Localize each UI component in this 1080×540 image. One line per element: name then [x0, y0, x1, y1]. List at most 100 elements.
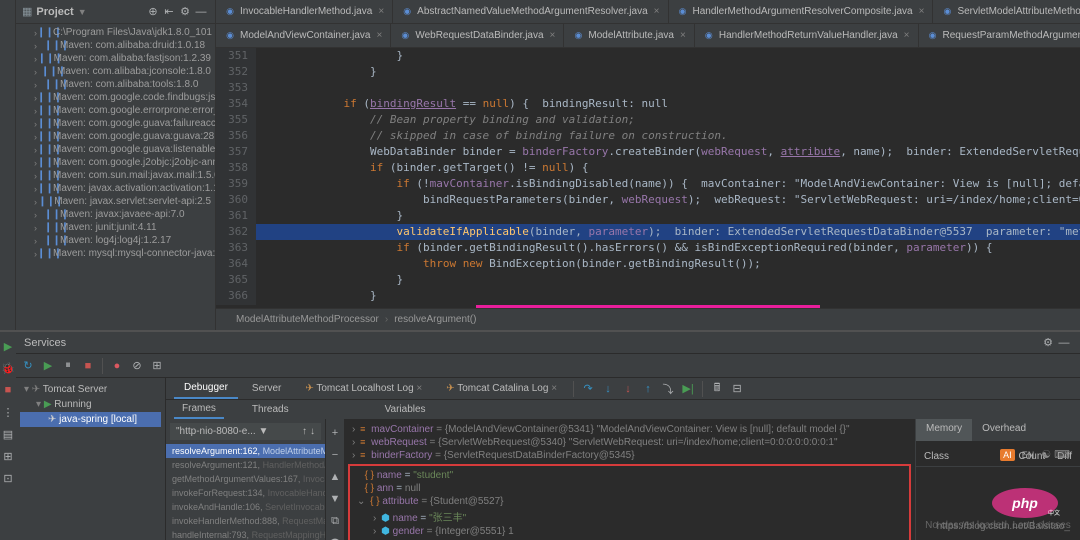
- tree-item[interactable]: ›❙❙❙Maven: com.google.code.findbugs:jsr3…: [16, 91, 215, 104]
- tab-memory[interactable]: Memory: [916, 419, 972, 441]
- gutter-left: [0, 0, 16, 330]
- dropdown-icon[interactable]: ▼: [78, 7, 87, 17]
- tree-item[interactable]: ›❙❙❙C:\Program Files\Java\jdk1.8.0_101: [16, 26, 215, 39]
- editor-tab[interactable]: ◉AbstractNamedValueMethodArgumentResolve…: [393, 0, 668, 23]
- breadcrumb-method[interactable]: resolveArgument(): [394, 314, 476, 325]
- tree-item[interactable]: ›❙❙❙Maven: javax:javaee-api:7.0: [16, 208, 215, 221]
- tree-item[interactable]: ›❙❙❙Maven: com.alibaba:jconsole:1.8.0: [16, 65, 215, 78]
- settings-icon[interactable]: ⚙: [177, 4, 193, 20]
- tree-item[interactable]: ›❙❙❙Maven: com.alibaba:druid:1.0.18: [16, 39, 215, 52]
- mute-bp-icon[interactable]: ⊘: [129, 358, 145, 374]
- tree-item[interactable]: ›❙❙❙Maven: junit:junit:4.11: [16, 221, 215, 234]
- stop2-icon[interactable]: ■: [80, 358, 96, 374]
- code-content[interactable]: } } if (bindingResult == null) { binding…: [256, 48, 1080, 305]
- frames-list[interactable]: resolveArgument:162, ModelAttributeMreso…: [166, 444, 325, 540]
- filter-icon[interactable]: ▤: [0, 426, 16, 442]
- drop-frame-icon[interactable]: ⤵: [660, 381, 676, 397]
- expand-icon[interactable]: ⊞: [0, 448, 16, 464]
- tree-item[interactable]: ›❙❙❙Maven: mysql:mysql-connector-java:5.…: [16, 247, 215, 260]
- editor-tab[interactable]: ◉HandlerMethodReturnValueHandler.java×: [695, 24, 919, 47]
- line-gutter: 3513523533543553563573583593603613623633…: [216, 48, 256, 305]
- tree-item[interactable]: ›❙❙❙Maven: javax.activation:activation:1…: [16, 182, 215, 195]
- debug-icon[interactable]: 🐞: [0, 360, 16, 376]
- editor-tab[interactable]: ◉RequestParamMethodArgumentResolver.java…: [919, 24, 1080, 47]
- view-bp-icon[interactable]: ●: [109, 358, 125, 374]
- editor-tab[interactable]: ◉HandlerMethodArgumentResolverComposite.…: [669, 0, 934, 23]
- rerun-icon[interactable]: ↻: [20, 358, 36, 374]
- frame-item[interactable]: invokeForRequest:134, InvocableHandl: [166, 486, 325, 500]
- pause-icon[interactable]: ⏸: [60, 358, 76, 374]
- grid-icon[interactable]: ⊡: [0, 470, 16, 486]
- target-icon[interactable]: ⊕: [145, 4, 161, 20]
- tomcat-tree[interactable]: ▾ ✈ Tomcat Server ▾ ▶ Running ✈ java-spr…: [16, 378, 166, 540]
- step-over-icon[interactable]: ↷: [580, 381, 596, 397]
- tree-item[interactable]: ›❙❙❙Maven: com.google.guava:listenablefu…: [16, 143, 215, 156]
- more-icon[interactable]: ⋮: [0, 404, 16, 420]
- remove-watch-icon[interactable]: −: [327, 447, 343, 463]
- subtab-frames[interactable]: Frames: [174, 400, 224, 419]
- frame-item[interactable]: handleInternal:793, RequestMappingH: [166, 528, 325, 540]
- hide-icon[interactable]: —: [193, 4, 209, 20]
- tab-tomcat-local[interactable]: ✈ Tomcat Localhost Log ×: [295, 379, 432, 398]
- project-tree[interactable]: ›❙❙❙C:\Program Files\Java\jdk1.8.0_101›❙…: [16, 24, 215, 262]
- debugger-tabs: Debugger Server ✈ Tomcat Localhost Log ×…: [166, 378, 1080, 400]
- subtab-variables[interactable]: Variables: [377, 401, 434, 418]
- code-area[interactable]: 3513523533543553563573583593603613623633…: [216, 48, 1080, 305]
- collapse-icon[interactable]: ⇤: [161, 4, 177, 20]
- tree-item[interactable]: ›❙❙❙Maven: com.alibaba:fastjson:1.2.39: [16, 52, 215, 65]
- tree-item[interactable]: ›❙❙❙Maven: javax.servlet:servlet-api:2.5: [16, 195, 215, 208]
- step-out-icon[interactable]: ↑: [640, 381, 656, 397]
- resume-icon[interactable]: ▶: [40, 358, 56, 374]
- tree-item[interactable]: ›❙❙❙Maven: log4j:log4j:1.2.17: [16, 234, 215, 247]
- project-title: Project: [36, 6, 73, 18]
- subtab-threads[interactable]: Threads: [244, 401, 297, 418]
- services-gutter: ▶ 🐞 ■ ⋮ ▤ ⊞ ⊡: [0, 332, 16, 540]
- show-icon[interactable]: 👁: [327, 535, 343, 540]
- run-icon[interactable]: ▶: [0, 338, 16, 354]
- evaluate-icon[interactable]: 🖩: [709, 381, 725, 397]
- layout-icon[interactable]: ⊞: [149, 358, 165, 374]
- frame-item[interactable]: getMethodArgumentValues:167, Invocabl: [166, 472, 325, 486]
- thread-dropdown[interactable]: "http-nio-8080-e... ▼ ↑↓: [170, 423, 321, 440]
- minimize-icon[interactable]: —: [1056, 335, 1072, 351]
- editor-tab[interactable]: ◉ServletModelAttributeMethodProcessor.ja…: [933, 0, 1080, 23]
- editor-tab[interactable]: ◉ModelAndViewContainer.java×: [216, 24, 391, 47]
- breadcrumb-class[interactable]: ModelAttributeMethodProcessor: [236, 314, 379, 325]
- add-watch-icon[interactable]: +: [327, 425, 343, 441]
- running-node[interactable]: ▾ ▶ Running: [20, 397, 161, 412]
- down-icon[interactable]: ▼: [327, 491, 343, 507]
- tomcat-server-node[interactable]: ▾ ✈ Tomcat Server: [20, 382, 161, 397]
- editor-tab[interactable]: ◉WebRequestDataBinder.java×: [391, 24, 564, 47]
- editor-tab[interactable]: ◉InvocableHandlerMethod.java×: [216, 0, 393, 23]
- gear-icon[interactable]: ⚙: [1040, 335, 1056, 351]
- tab-server[interactable]: Server: [242, 379, 291, 398]
- tab-overhead[interactable]: Overhead: [972, 419, 1036, 441]
- stop-icon[interactable]: ■: [0, 382, 16, 398]
- force-step-icon[interactable]: ↓: [620, 381, 636, 397]
- frame-item[interactable]: resolveArgument:121, HandlerMethodA: [166, 458, 325, 472]
- tab-tomcat-catalina[interactable]: ✈ Tomcat Catalina Log ×: [436, 379, 567, 398]
- editor-tab[interactable]: ◉ModelAttribute.java×: [564, 24, 694, 47]
- tree-item[interactable]: ›❙❙❙Maven: com.google.guava:failureacces…: [16, 117, 215, 130]
- frame-item[interactable]: invokeHandlerMethod:888, RequestMa: [166, 514, 325, 528]
- trace-icon[interactable]: ⊟: [729, 381, 745, 397]
- variables-panel[interactable]: › ≡ mavContainer = {ModelAndViewContaine…: [344, 419, 915, 540]
- editor-area: ◉InvocableHandlerMethod.java×◉AbstractNa…: [216, 0, 1080, 330]
- tree-item[interactable]: ›❙❙❙Maven: com.sun.mail:javax.mail:1.5.0: [16, 169, 215, 182]
- debugger-panel: Debugger Server ✈ Tomcat Localhost Log ×…: [166, 378, 1080, 540]
- php-logo: php中文网: [990, 487, 1060, 522]
- tree-item[interactable]: ›❙❙❙Maven: com.google.j2objc:j2objc-anno…: [16, 156, 215, 169]
- project-panel: ▦ Project ▼ ⊕ ⇤ ⚙ — ›❙❙❙C:\Program Files…: [16, 0, 216, 330]
- tree-item[interactable]: ›❙❙❙Maven: com.google.guava:guava:28.0-j…: [16, 130, 215, 143]
- step-into-icon[interactable]: ↓: [600, 381, 616, 397]
- frame-item[interactable]: invokeAndHandle:106, ServletInvocab: [166, 500, 325, 514]
- tree-item[interactable]: ›❙❙❙Maven: com.alibaba:tools:1.8.0: [16, 78, 215, 91]
- tree-item[interactable]: ›❙❙❙Maven: com.google.errorprone:error_p…: [16, 104, 215, 117]
- tab-debugger[interactable]: Debugger: [174, 378, 238, 399]
- run-to-cursor-icon[interactable]: ▶|: [680, 381, 696, 397]
- svg-text:中文网: 中文网: [1048, 509, 1060, 517]
- copy-icon[interactable]: ⧉: [327, 513, 343, 529]
- frame-item[interactable]: resolveArgument:162, ModelAttributeM: [166, 444, 325, 458]
- config-node[interactable]: ✈ java-spring [local]: [20, 412, 161, 427]
- up-icon[interactable]: ▲: [327, 469, 343, 485]
